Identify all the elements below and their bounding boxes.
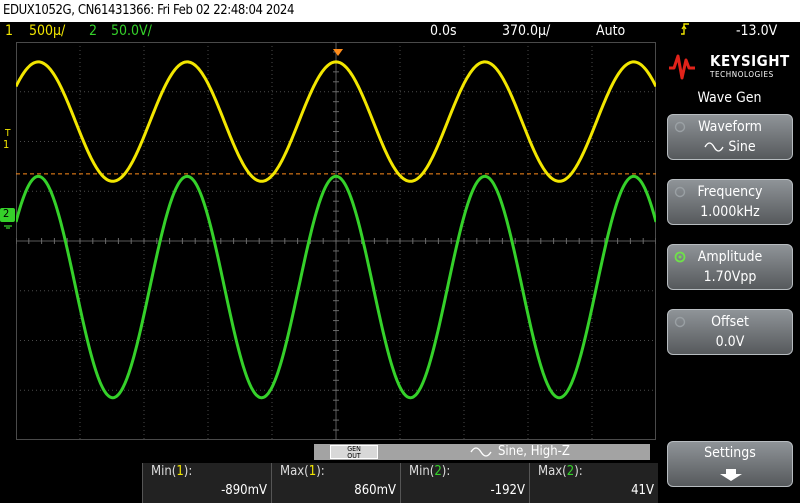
brand-name: KEYSIGHT [710,52,790,70]
measurement-label: Min(1): [151,464,193,479]
waveform-display[interactable] [16,42,656,440]
settings-label: Settings [704,445,756,461]
ch1-ground-marker[interactable]: T 1 [3,128,15,152]
offset-value: 0.0V [715,334,745,350]
ch2-ground-marker[interactable]: 2 [0,207,16,230]
offset-label: Offset [711,314,749,330]
ch2-number[interactable]: 2 [89,22,97,41]
measurement-value: -890mV [221,483,267,498]
title-bar: EDUX1052G, CN61431366: Fri Feb 02 22:48:… [0,0,800,22]
signal-description: Sine, High-Z [470,443,570,461]
trigger-slope-icon [680,22,690,42]
measurement-bar: Min(1): -890mV Max(1): 860mV Min(2): -19… [0,463,659,503]
waveform-value: Sine [668,139,792,155]
ch1-marker-label: 1 [3,138,10,151]
measurement-value: -192V [490,483,525,498]
time-scale[interactable]: 370.0µ/ [502,22,550,41]
ch1-number[interactable]: 1 [5,22,13,41]
gen-out-line2: OUT [347,452,361,460]
measurement-label: Max(2): [538,464,583,479]
time-offset[interactable]: 0.0s [430,22,457,41]
waveform-softkey[interactable]: Waveform Sine [667,114,793,160]
measurement-value: 860mV [354,483,396,498]
brand-subtitle: TECHNOLOGIES [710,70,774,79]
softkey-panel: KEYSIGHT TECHNOLOGIES Wave Gen Waveform … [659,42,800,503]
frequency-value: 1.000kHz [700,204,760,220]
offset-softkey[interactable]: Offset 0.0V [667,309,793,355]
amplitude-value: 1.70Vpp [703,269,757,285]
trigger-mode[interactable]: Auto [596,22,625,41]
status-bar: 1 500µ/ 2 50.0V/ 0.0s 370.0µ/ Auto -13.0… [0,22,800,41]
measurement-label: Max(1): [280,464,325,479]
ch1-scale[interactable]: 500µ/ [29,22,65,41]
trigger-position-icon[interactable] [333,42,343,61]
waveform-label: Waveform [698,119,762,135]
amplitude-label: Amplitude [697,249,763,265]
measurement-cell[interactable]: Max(2): 41V [529,463,658,503]
title-text: EDUX1052G, CN61431366: Fri Feb 02 22:48:… [3,3,294,18]
frequency-softkey[interactable]: Frequency 1.000kHz [667,179,793,225]
measurement-label: Min(2): [409,464,451,479]
amplitude-softkey[interactable]: Amplitude 1.70Vpp [667,244,793,290]
settings-softkey[interactable]: Settings [667,441,793,487]
measurement-cell[interactable]: Min(1): -890mV [142,463,271,503]
sine-icon [704,142,724,152]
ch2-marker-label: 2 [3,207,10,220]
ch2-scale[interactable]: 50.0V/ [111,22,152,41]
measurement-value: 41V [631,483,654,498]
gen-out-indicator: GEN OUT [330,445,378,460]
sine-icon [470,446,492,457]
arrow-down-icon [720,469,742,481]
keysight-logo: KEYSIGHT TECHNOLOGIES [659,42,800,86]
trigger-level[interactable]: -13.0V [736,22,777,41]
measurement-cell[interactable]: Min(2): -192V [400,463,529,503]
menu-title: Wave Gen [697,90,762,106]
measurement-cell[interactable]: Max(1): 860mV [271,463,400,503]
frequency-label: Frequency [697,184,763,200]
waveform-chart[interactable] [16,42,656,440]
